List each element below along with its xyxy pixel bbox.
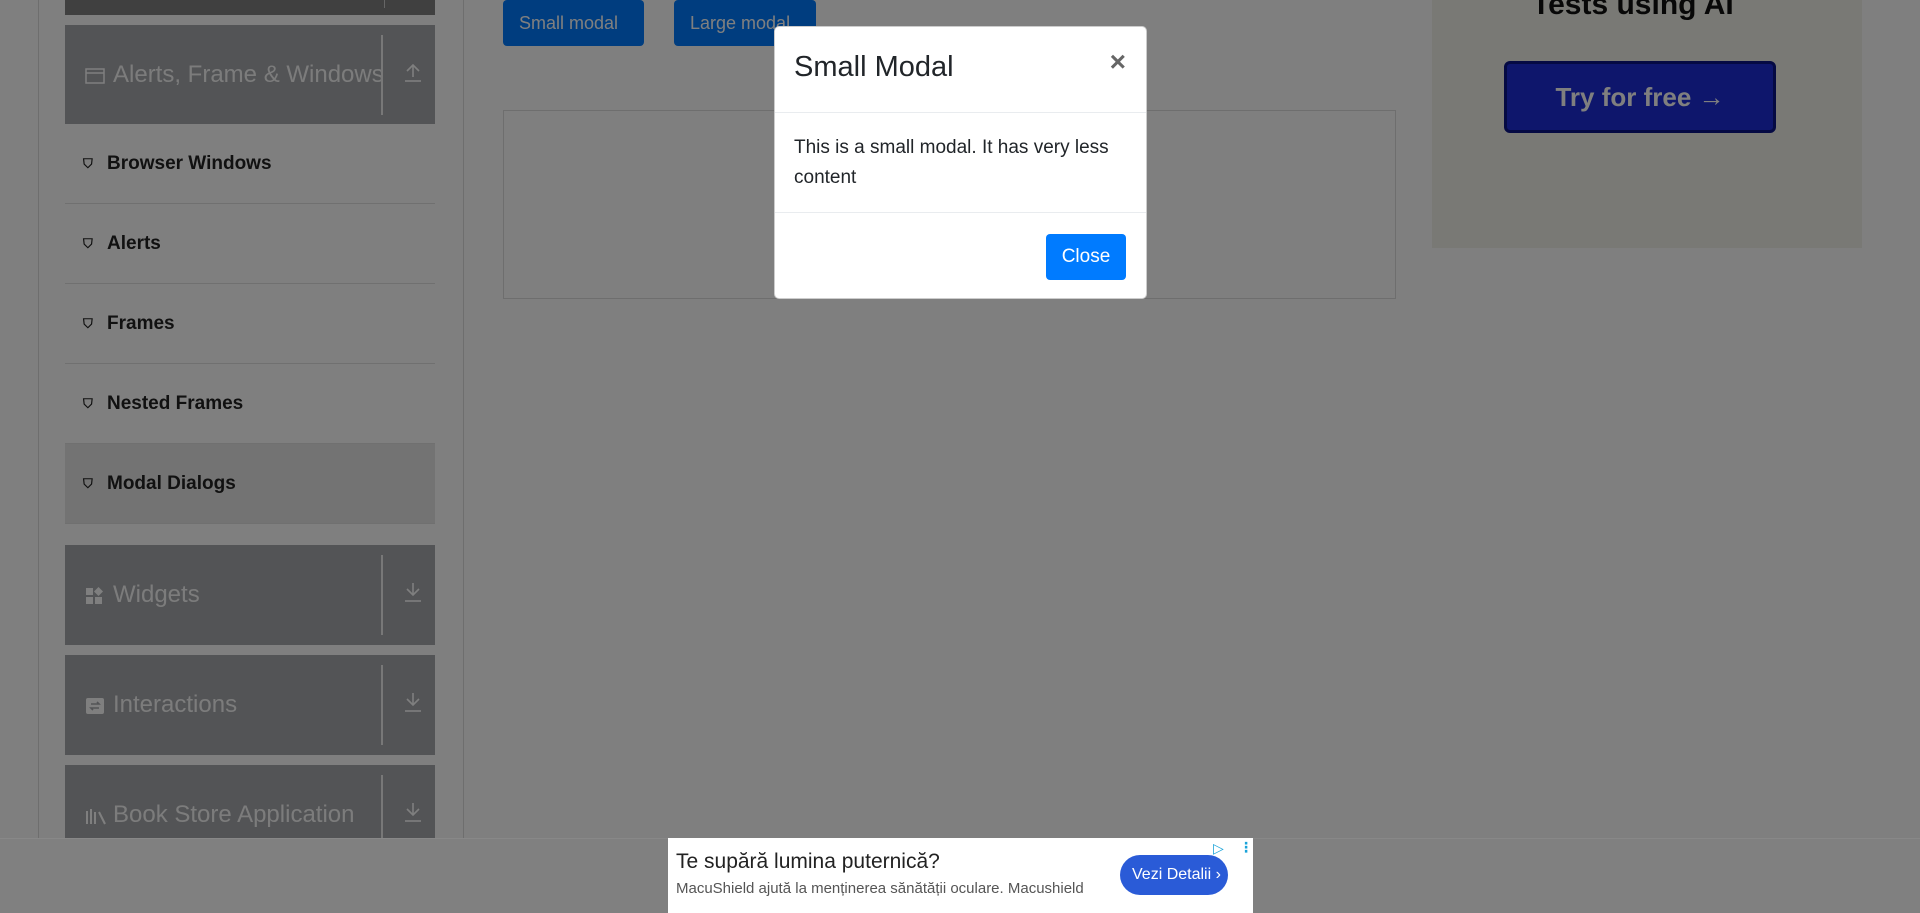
bottom-advertisement[interactable]: Te supără lumina puternică? MacuShield a…: [668, 838, 1253, 913]
close-button[interactable]: Close: [1046, 234, 1126, 280]
bottom-ad-button-label: Vezi Detalii: [1132, 866, 1212, 883]
modal-header: Small Modal ×: [775, 27, 1146, 113]
more-options-icon[interactable]: ⋮: [1239, 839, 1253, 856]
adchoices-icon[interactable]: ▷: [1213, 840, 1224, 857]
modal-title: Small Modal: [794, 51, 954, 83]
bottom-ad-subtitle: MacuShield ajută la menținerea sănătății…: [676, 880, 1084, 897]
small-modal-dialog: Small Modal × This is a small modal. It …: [774, 26, 1147, 299]
bottom-ad-title: Te supără lumina puternică?: [676, 850, 940, 873]
vezi-detalii-button[interactable]: Vezi Detalii ›: [1120, 855, 1228, 895]
close-icon[interactable]: ×: [1110, 48, 1126, 76]
modal-body-text: This is a small modal. It has very less …: [794, 137, 1109, 188]
